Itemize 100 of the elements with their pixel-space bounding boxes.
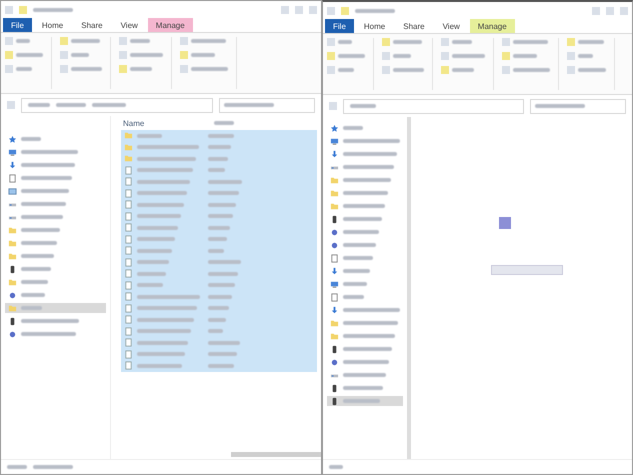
ribbon-tab[interactable]: View xyxy=(434,19,468,33)
document-icon xyxy=(330,292,339,302)
blurred-label xyxy=(137,318,194,322)
blurred-label xyxy=(355,8,395,12)
blurred-label xyxy=(343,139,400,143)
blurred-label xyxy=(21,293,45,297)
blurred-label xyxy=(350,104,376,108)
blurred-label xyxy=(343,217,382,221)
blurred-label xyxy=(137,134,162,138)
blurred-label xyxy=(137,226,178,230)
blurred-label xyxy=(343,152,397,156)
document-icon xyxy=(330,254,339,262)
blurred-label xyxy=(208,248,224,253)
blurred-label xyxy=(338,54,365,58)
blurred-label xyxy=(208,260,241,264)
blurred-label xyxy=(16,39,30,43)
back-icon[interactable] xyxy=(7,101,15,109)
ribbon-tab[interactable]: Home xyxy=(356,19,394,33)
nav-item[interactable] xyxy=(327,396,403,406)
blurred-label xyxy=(137,364,182,368)
folder-icon xyxy=(8,304,17,312)
blurred-label xyxy=(224,103,274,107)
blurred-label xyxy=(343,373,386,377)
ribbon-tab[interactable]: Manage xyxy=(148,18,193,32)
back-icon[interactable] xyxy=(329,102,337,110)
file-row[interactable] xyxy=(121,130,317,142)
column-header[interactable]: Name xyxy=(123,118,144,128)
ribbon-tab[interactable]: Share xyxy=(395,19,433,33)
folder-icon xyxy=(8,278,17,286)
blurred-label xyxy=(208,237,227,242)
blurred-label xyxy=(21,241,57,245)
ribbon-tab[interactable]: Share xyxy=(73,18,111,32)
close-icon[interactable] xyxy=(620,6,628,14)
blurred-label xyxy=(21,215,63,219)
maximize-icon[interactable] xyxy=(606,6,614,14)
blurred-label xyxy=(71,39,100,43)
blurred-label xyxy=(343,308,400,312)
address-bar[interactable] xyxy=(343,98,524,114)
maximize-icon[interactable] xyxy=(295,6,303,14)
blurred-label xyxy=(137,168,193,172)
blurred-label xyxy=(137,272,166,276)
device-icon xyxy=(330,214,339,224)
blurred-label xyxy=(21,332,76,336)
blurred-label xyxy=(343,334,395,338)
close-icon[interactable] xyxy=(309,6,317,14)
ribbon-tab[interactable]: View xyxy=(112,18,146,32)
blurred-label xyxy=(21,306,42,310)
blurred-label xyxy=(130,67,152,71)
star-icon xyxy=(8,134,17,144)
blurred-label xyxy=(208,156,228,161)
download-icon xyxy=(330,150,339,158)
folder-icon[interactable] xyxy=(341,6,349,14)
blurred-label xyxy=(130,53,163,57)
blurred-label xyxy=(343,191,388,195)
minimize-icon[interactable] xyxy=(592,6,600,14)
blurred-label xyxy=(343,230,379,234)
file-row[interactable] xyxy=(121,360,317,372)
blurred-label xyxy=(16,53,43,57)
monitor-icon xyxy=(8,148,17,156)
blurred-label xyxy=(208,329,223,334)
blurred-label xyxy=(393,68,424,72)
download-icon xyxy=(8,160,17,170)
blurred-label xyxy=(393,40,422,44)
blurred-label xyxy=(33,465,73,469)
blurred-label xyxy=(343,165,394,169)
blurred-label xyxy=(343,360,389,364)
download-icon xyxy=(330,266,339,276)
blurred-label xyxy=(137,156,196,161)
blurred-label xyxy=(338,40,352,44)
address-bar[interactable] xyxy=(21,98,213,112)
blurred-label xyxy=(208,180,242,184)
blurred-label xyxy=(513,54,537,58)
folder-icon[interactable] xyxy=(19,6,27,14)
blurred-label xyxy=(338,68,354,72)
ribbon-tab[interactable]: File xyxy=(325,19,354,33)
blurred-label xyxy=(343,321,398,325)
blurred-label xyxy=(28,103,50,107)
network-icon xyxy=(8,290,17,300)
blurred-label xyxy=(343,282,367,286)
blurred-label xyxy=(208,283,235,288)
search-field[interactable] xyxy=(530,98,626,114)
search-field[interactable] xyxy=(219,98,315,112)
minimize-icon[interactable] xyxy=(281,6,289,14)
ribbon-tab[interactable]: File xyxy=(3,18,32,32)
blurred-label xyxy=(208,145,231,150)
blurred-label xyxy=(21,137,41,141)
blurred-label xyxy=(343,178,391,182)
blurred-label xyxy=(208,318,226,322)
drag-tooltip xyxy=(491,265,563,275)
blurred-label xyxy=(137,283,163,288)
scrollbar[interactable] xyxy=(231,452,321,457)
app-icon xyxy=(327,6,335,14)
blurred-label xyxy=(343,204,385,208)
ribbon-tab[interactable]: Home xyxy=(34,18,72,32)
blurred-label xyxy=(343,126,363,130)
blurred-label xyxy=(21,280,48,284)
ribbon-tab[interactable]: Manage xyxy=(470,19,515,33)
blurred-label xyxy=(208,191,239,196)
blurred-label xyxy=(208,202,236,207)
picture-icon xyxy=(8,186,17,196)
